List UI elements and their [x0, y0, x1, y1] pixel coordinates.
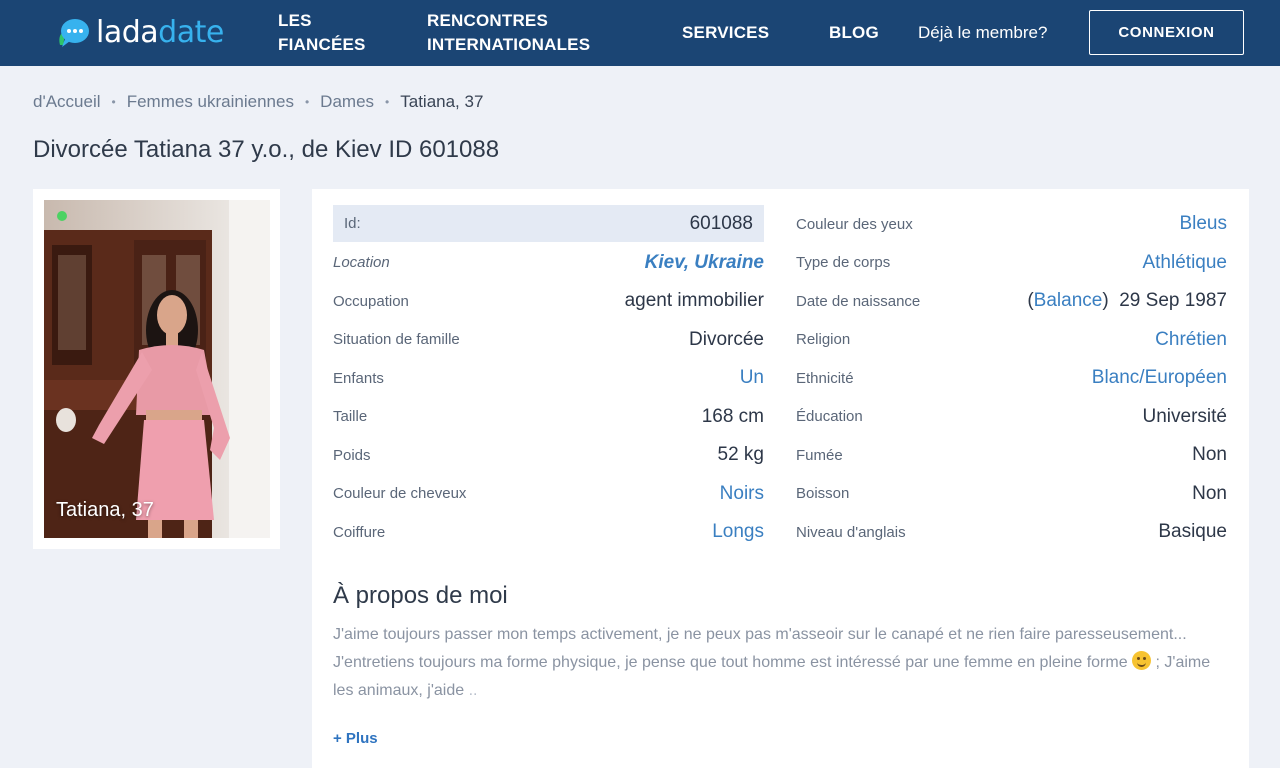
detail-label: Coiffure: [333, 523, 386, 541]
hairstyle-link[interactable]: Longs: [712, 521, 764, 543]
detail-label: Couleur de cheveux: [333, 485, 467, 503]
profile-details-right: Couleur des yeux Bleus Type de corps Ath…: [796, 205, 1227, 552]
breadcrumb-home[interactable]: d'Accueil: [33, 92, 101, 112]
ethnicity-link[interactable]: Blanc/Européen: [1092, 367, 1227, 389]
nav-blog[interactable]: BLOG: [829, 21, 879, 45]
detail-label: Id:: [344, 215, 361, 232]
profile-photo[interactable]: Tatiana, 37: [44, 200, 270, 538]
location-link[interactable]: Kiev, Ukraine: [645, 252, 764, 274]
detail-label: Enfants: [333, 369, 384, 387]
show-more-link[interactable]: + Plus: [333, 730, 378, 747]
zodiac-link[interactable]: Balance: [1034, 290, 1103, 311]
detail-value: 168 cm: [701, 405, 764, 427]
breadcrumb-separator: •: [385, 95, 390, 109]
detail-row-id: Id: 601088: [333, 205, 764, 242]
nav-rencontres-line1: RENCONTRES: [427, 11, 549, 30]
nav-rencontres-line2: INTERNATIONALES: [427, 35, 591, 54]
religion-link[interactable]: Chrétien: [1155, 329, 1227, 351]
detail-label: Boisson: [796, 485, 850, 503]
detail-row-height: Taille 168 cm: [333, 398, 764, 437]
detail-row-education: Éducation Université: [796, 398, 1227, 437]
online-status-indicator: [57, 211, 67, 221]
detail-label: Location: [333, 254, 390, 272]
detail-row-location: Location Kiev, Ukraine: [333, 244, 764, 283]
nav-fiancees[interactable]: LES FIANCÉES: [278, 9, 388, 57]
detail-row-smoking: Fumée Non: [796, 436, 1227, 475]
detail-value: 52 kg: [717, 444, 764, 466]
chat-bubble-logo-icon: [59, 19, 89, 47]
detail-value: agent immobilier: [624, 290, 764, 312]
children-link[interactable]: Un: [740, 367, 764, 389]
detail-row-children: Enfants Un: [333, 359, 764, 398]
detail-row-birthdate: Date de naissance (Balance) 29 Sep 1987: [796, 282, 1227, 321]
detail-label: Taille: [333, 408, 368, 426]
detail-row-english-level: Niveau d'anglais Basique: [796, 513, 1227, 552]
page-title: Divorcée Tatiana 37 y.o., de Kiev ID 601…: [33, 136, 500, 163]
breadcrumb-separator: •: [111, 95, 116, 109]
breadcrumb-separator: •: [304, 95, 310, 109]
profile-photo-card: Tatiana, 37: [33, 189, 280, 549]
detail-row-marital-status: Situation de famille Divorcée: [333, 321, 764, 360]
profile-photo-illustration: [44, 200, 270, 538]
detail-label: Occupation: [333, 292, 409, 310]
detail-label: Niveau d'anglais: [796, 523, 906, 541]
logo-text-part2: date: [158, 15, 224, 50]
detail-value: Non: [1192, 444, 1227, 466]
detail-label: Éducation: [796, 408, 863, 426]
member-question: Déjà le membre?: [918, 23, 1048, 42]
about-text-part1: J'aime toujours passer mon temps activem…: [333, 626, 1187, 671]
body-type-link[interactable]: Athlétique: [1142, 252, 1227, 274]
profile-details-left: Id: 601088 Location Kiev, Ukraine Occupa…: [333, 205, 764, 552]
detail-label: Poids: [333, 446, 371, 464]
eye-color-link[interactable]: Bleus: [1179, 213, 1227, 235]
detail-label: Situation de famille: [333, 331, 460, 349]
breadcrumb-ukrainian-women[interactable]: Femmes ukrainiennes: [127, 92, 294, 112]
logo[interactable]: ladadate: [56, 14, 224, 52]
detail-row-body-type: Type de corps Athlétique: [796, 244, 1227, 283]
detail-value: 601088: [689, 212, 753, 234]
detail-row-hair-color: Couleur de cheveux Noirs: [333, 475, 764, 514]
detail-label: Couleur des yeux: [796, 215, 913, 233]
logo-text-part1: lada: [96, 15, 159, 50]
site-header: ladadate LES FIANCÉES RENCONTRES INTERNA…: [0, 0, 1280, 66]
birthdate-value: 29 Sep 1987: [1119, 290, 1227, 312]
detail-value: Basique: [1158, 521, 1227, 543]
detail-label: Ethnicité: [796, 369, 854, 387]
detail-value: Université: [1142, 405, 1227, 427]
nav-fiancees-line1: LES: [278, 11, 312, 30]
profile-details-panel: Id: 601088 Location Kiev, Ukraine Occupa…: [312, 189, 1249, 768]
nav-services[interactable]: SERVICES: [682, 21, 769, 45]
logo-text: ladadate: [96, 18, 224, 48]
breadcrumb-ladies[interactable]: Dames: [320, 92, 374, 112]
detail-row-weight: Poids 52 kg: [333, 436, 764, 475]
detail-row-eye-color: Couleur des yeux Bleus: [796, 205, 1227, 244]
detail-label: Type de corps: [796, 254, 891, 272]
detail-label: Date de naissance: [796, 292, 921, 310]
about-text: J'aime toujours passer mon temps activem…: [333, 621, 1213, 705]
detail-value: Divorcée: [689, 328, 764, 350]
detail-value: Non: [1192, 482, 1227, 504]
about-text-fade: ..: [464, 682, 478, 699]
breadcrumb: d'Accueil • Femmes ukrainiennes • Dames …: [33, 90, 483, 114]
detail-value-birthdate: (Balance) 29 Sep 1987: [1027, 290, 1227, 312]
photo-caption: Tatiana, 37: [56, 499, 154, 521]
about-title: À propos de moi: [333, 582, 508, 609]
nav-fiancees-line2: FIANCÉES: [278, 35, 366, 54]
detail-label: Fumée: [796, 446, 843, 464]
detail-row-occupation: Occupation agent immobilier: [333, 282, 764, 321]
detail-row-drinking: Boisson Non: [796, 475, 1227, 514]
detail-row-hairstyle: Coiffure Longs: [333, 513, 764, 552]
smiley-emoji-icon: [1132, 651, 1152, 670]
detail-row-ethnicity: Ethnicité Blanc/Européen: [796, 359, 1227, 398]
detail-label: Religion: [796, 331, 851, 349]
detail-row-religion: Religion Chrétien: [796, 321, 1227, 360]
login-button[interactable]: CONNEXION: [1089, 10, 1244, 55]
breadcrumb-current: Tatiana, 37: [400, 92, 484, 111]
hair-color-link[interactable]: Noirs: [720, 483, 764, 505]
nav-rencontres-internationales[interactable]: RENCONTRES INTERNATIONALES: [427, 9, 627, 57]
